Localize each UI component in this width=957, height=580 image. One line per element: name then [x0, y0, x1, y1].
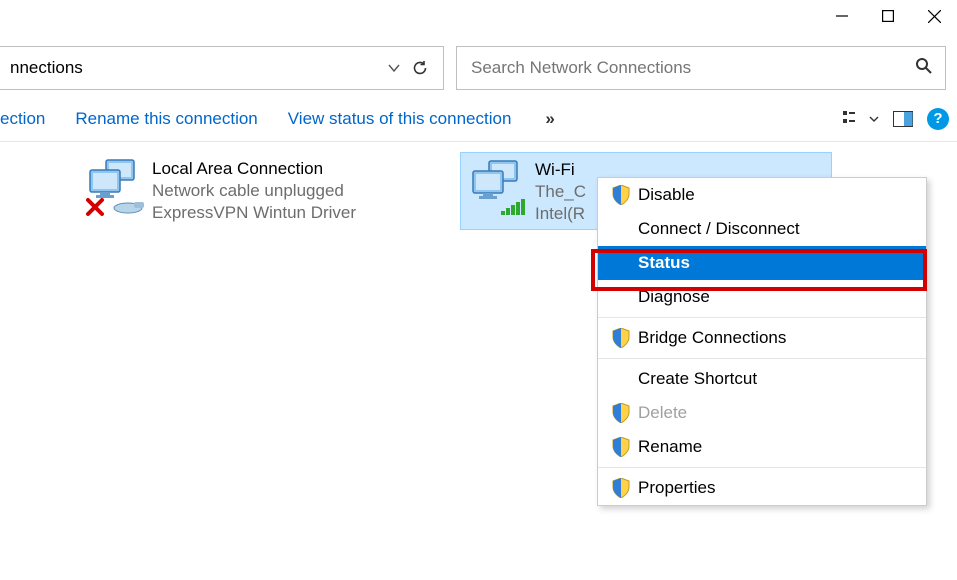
connection-item[interactable]: Local Area Connection Network cable unpl… [78, 152, 450, 230]
ctx-create-shortcut[interactable]: Create Shortcut [598, 362, 926, 396]
shield-icon [612, 478, 638, 498]
ctx-separator [598, 317, 926, 318]
ctx-delete: Delete [598, 396, 926, 430]
ctx-bridge[interactable]: Bridge Connections [598, 321, 926, 355]
content-area: Local Area Connection Network cable unpl… [0, 142, 957, 230]
title-bar [0, 0, 957, 40]
ctx-disable[interactable]: Disable [598, 178, 926, 212]
preview-pane-button[interactable] [893, 111, 913, 127]
help-button[interactable]: ? [927, 108, 949, 130]
connection-name: Wi-Fi [535, 159, 586, 181]
toolbar-rename[interactable]: Rename this connection [75, 109, 257, 129]
close-button[interactable] [911, 0, 957, 32]
connection-icon [84, 156, 152, 216]
address-bar[interactable]: nnections [0, 46, 444, 90]
view-options-button[interactable] [843, 110, 879, 128]
connection-status: The_C [535, 181, 586, 203]
ctx-status[interactable]: Status [598, 246, 926, 280]
toolbar-view-status[interactable]: View status of this connection [288, 109, 512, 129]
context-menu: Disable Connect / Disconnect Status Diag… [597, 177, 927, 506]
connection-status: Network cable unplugged [152, 180, 356, 202]
shield-icon [612, 403, 638, 423]
maximize-button[interactable] [865, 0, 911, 32]
ctx-separator [598, 467, 926, 468]
ctx-rename[interactable]: Rename [598, 430, 926, 464]
address-text: nnections [10, 58, 381, 78]
ctx-separator [598, 358, 926, 359]
search-icon[interactable] [915, 57, 933, 80]
command-bar: ection Rename this connection View statu… [0, 96, 957, 142]
search-box[interactable] [456, 46, 946, 90]
shield-icon [612, 437, 638, 457]
connection-icon-wifi [467, 157, 535, 217]
connection-device: ExpressVPN Wintun Driver [152, 202, 356, 224]
shield-icon [612, 185, 638, 205]
toolbar-more[interactable]: » [545, 109, 554, 129]
shield-icon [612, 328, 638, 348]
nav-row: nnections [0, 40, 957, 96]
connection-device: Intel(R [535, 203, 586, 225]
search-input[interactable] [469, 57, 915, 79]
chevron-down-icon[interactable] [381, 61, 407, 75]
ctx-properties[interactable]: Properties [598, 471, 926, 505]
ctx-connect-disconnect[interactable]: Connect / Disconnect [598, 212, 926, 246]
connection-name: Local Area Connection [152, 158, 356, 180]
toolbar-cmd-1[interactable]: ection [0, 109, 45, 129]
ctx-diagnose[interactable]: Diagnose [598, 280, 926, 314]
minimize-button[interactable] [819, 0, 865, 32]
refresh-icon[interactable] [407, 59, 433, 77]
